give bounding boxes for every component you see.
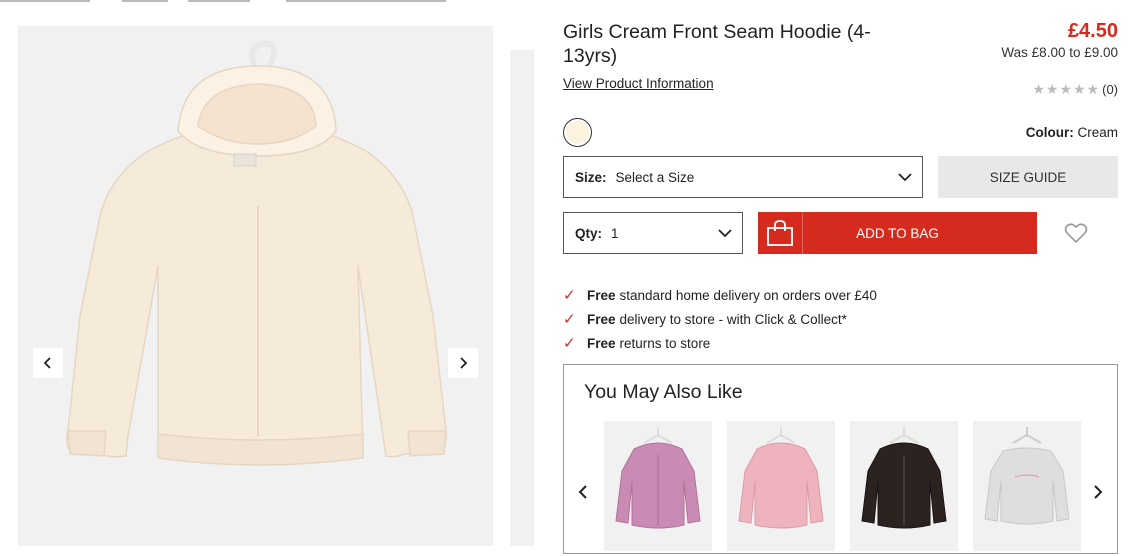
chevron-right-icon <box>460 357 468 369</box>
gallery-next-button[interactable] <box>448 348 478 378</box>
benefit-text: delivery to store - with Click & Collect… <box>619 311 847 327</box>
chevron-left-icon <box>43 357 51 369</box>
recommended-product[interactable] <box>727 421 835 551</box>
benefit-strong: Free <box>587 287 616 303</box>
size-select-value: Select a Size <box>615 169 695 185</box>
benefit-strong: Free <box>587 335 616 351</box>
benefit-item: ✓ Free returns to store <box>563 331 877 355</box>
product-image <box>18 26 493 546</box>
breadcrumb <box>0 0 560 6</box>
was-price: Was £8.00 to £9.00 <box>1001 45 1118 60</box>
qty-select[interactable]: Qty: 1 <box>563 212 743 254</box>
black-hoodie-image <box>861 427 947 529</box>
gallery-prev-button[interactable] <box>33 348 63 378</box>
check-icon: ✓ <box>563 335 576 352</box>
chevron-left-icon[interactable] <box>576 483 590 501</box>
swatch-fill <box>566 121 589 144</box>
check-icon: ✓ <box>563 287 576 304</box>
pink-hoodie-image <box>615 427 701 529</box>
size-select-label: Size: <box>575 169 607 185</box>
benefit-item: ✓ Free delivery to store - with Click & … <box>563 307 877 331</box>
grey-sweatshirt-image <box>984 427 1070 525</box>
recommended-product[interactable] <box>604 421 712 551</box>
product-price: £4.50 <box>1067 20 1118 42</box>
size-select[interactable]: Size: Select a Size <box>563 156 923 198</box>
recommended-product[interactable] <box>850 421 958 551</box>
add-to-bag-button[interactable]: ADD TO BAG <box>758 212 1037 254</box>
recommended-product[interactable] <box>973 421 1081 551</box>
qty-select-label: Qty: <box>575 225 602 241</box>
add-to-bag-label: ADD TO BAG <box>856 225 939 241</box>
chevron-down-icon <box>898 173 912 182</box>
product-rating[interactable]: ★★★★★ (0) <box>1032 81 1118 98</box>
chevron-down-icon <box>718 229 732 238</box>
delivery-benefits: ✓ Free standard home delivery on orders … <box>563 283 877 355</box>
colour-value: Cream <box>1077 125 1118 140</box>
add-to-bag-separator <box>802 212 803 254</box>
star-rating-icon: ★★★★★ <box>1032 81 1101 97</box>
you-may-also-like-heading: You May Also Like <box>584 381 743 403</box>
benefit-strong: Free <box>587 311 616 327</box>
colour-swatch-cream[interactable] <box>563 118 592 147</box>
check-icon: ✓ <box>563 311 576 328</box>
shopping-bag-icon <box>767 220 793 246</box>
product-title: Girls Cream Front Seam Hoodie (4-13yrs) <box>563 21 871 67</box>
colour-label-title: Colour: <box>1025 125 1074 140</box>
hoodie-image <box>66 40 447 466</box>
light-pink-hoodie-image <box>738 427 824 529</box>
chevron-right-icon[interactable] <box>1091 483 1105 501</box>
wishlist-heart-icon[interactable] <box>1064 222 1088 244</box>
rating-count: (0) <box>1102 82 1118 97</box>
next-product-image <box>510 50 534 546</box>
size-guide-button[interactable]: SIZE GUIDE <box>938 156 1118 198</box>
you-may-also-like-panel: You May Also Like <box>563 364 1118 554</box>
benefit-text: returns to store <box>619 335 711 351</box>
colour-label: Colour: Cream <box>1026 125 1118 140</box>
view-product-information-link[interactable]: View Product Information <box>563 76 714 91</box>
qty-select-value: 1 <box>611 225 619 241</box>
benefit-item: ✓ Free standard home delivery on orders … <box>563 283 877 307</box>
benefit-text: standard home delivery on orders over £4… <box>619 287 877 303</box>
